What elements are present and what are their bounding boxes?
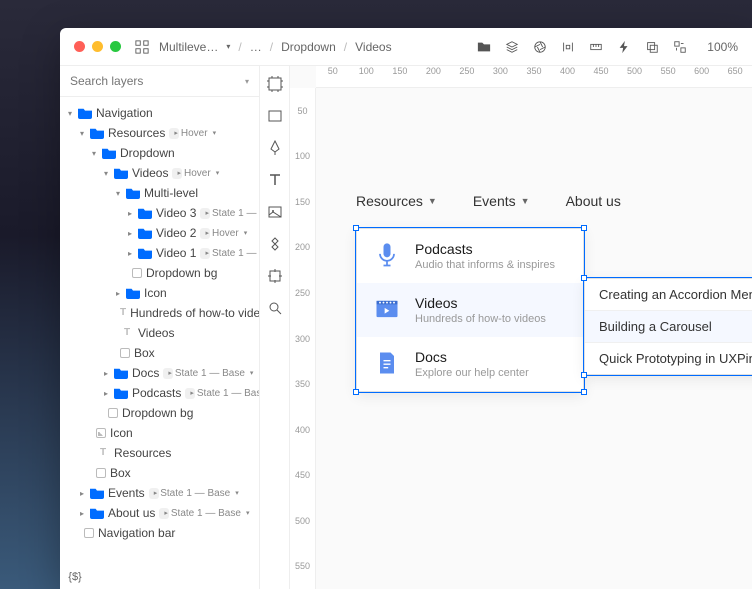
folder-icon[interactable] bbox=[477, 40, 491, 54]
search-input[interactable] bbox=[70, 74, 245, 88]
layer-resources[interactable]: ResourcesHover bbox=[60, 123, 259, 143]
rect-icon[interactable] bbox=[267, 108, 283, 124]
doc-icon bbox=[373, 349, 401, 377]
layer-videos-text[interactable]: TVideos bbox=[60, 323, 259, 343]
dropdown-level2[interactable]: Creating an Accordion Menu Building a Ca… bbox=[584, 278, 752, 375]
chevron-down-icon[interactable]: ▾ bbox=[245, 77, 249, 86]
pen-icon[interactable] bbox=[267, 140, 283, 156]
dd2-accordion[interactable]: Creating an Accordion Menu bbox=[585, 279, 752, 311]
aperture-icon[interactable] bbox=[533, 40, 547, 54]
layer-multilevel[interactable]: Multi-level bbox=[60, 183, 259, 203]
window-controls bbox=[74, 41, 121, 52]
tool-rail bbox=[260, 66, 290, 589]
layer-icon2[interactable]: Icon bbox=[60, 423, 259, 443]
artboard-icon[interactable] bbox=[267, 76, 283, 92]
dd-podcasts[interactable]: PodcastsAudio that informs & inspires bbox=[357, 229, 583, 283]
layers-panel: ▾ Navigation ResourcesHover Dropdown Vid… bbox=[60, 66, 260, 589]
layer-box[interactable]: Box bbox=[60, 343, 259, 363]
layer-icon[interactable]: Icon bbox=[60, 283, 259, 303]
ruler-vertical: 50100150200250300350400450500550 bbox=[290, 88, 316, 589]
close-icon[interactable] bbox=[74, 41, 85, 52]
layer-navigation[interactable]: Navigation bbox=[60, 103, 259, 123]
state-badge[interactable]: Hover bbox=[169, 128, 179, 139]
layer-navbar[interactable]: Navigation bar bbox=[60, 523, 259, 543]
state-badge[interactable]: State 1 — Base bbox=[185, 388, 195, 399]
zoom-level[interactable]: 100% bbox=[707, 40, 738, 54]
copy-icon[interactable] bbox=[645, 40, 659, 54]
layers-icon[interactable] bbox=[505, 40, 519, 54]
arrange-icon[interactable] bbox=[673, 40, 687, 54]
search-layers: ▾ bbox=[60, 66, 259, 97]
state-badge[interactable]: State 1 — Base bbox=[149, 488, 159, 499]
bolt-icon[interactable] bbox=[617, 40, 631, 54]
layer-videos[interactable]: VideosHover bbox=[60, 163, 259, 183]
breadcrumb[interactable]: Multileve…▾ / … / Dropdown / Videos bbox=[159, 40, 392, 54]
canvas[interactable]: 50100150200250300350400450500550600650 5… bbox=[290, 66, 752, 589]
minimize-icon[interactable] bbox=[92, 41, 103, 52]
layer-howto-text[interactable]: THundreds of how-to videos bbox=[60, 303, 259, 323]
dd-docs[interactable]: DocsExplore our help center bbox=[357, 337, 583, 391]
state-badge[interactable]: Hover bbox=[200, 228, 210, 239]
state-badge[interactable]: State 1 — Base bbox=[163, 368, 173, 379]
ruler-icon[interactable] bbox=[589, 40, 603, 54]
chevron-down-icon: ▼ bbox=[521, 196, 530, 206]
dropdown-level1[interactable]: PodcastsAudio that informs & inspires Vi… bbox=[356, 228, 584, 392]
hotspot-icon[interactable] bbox=[267, 268, 283, 284]
nav-about[interactable]: About us bbox=[566, 193, 621, 209]
layer-video3[interactable]: Video 3State 1 — Base bbox=[60, 203, 259, 223]
breadcrumb-item[interactable]: Dropdown bbox=[281, 40, 336, 54]
breadcrumb-item[interactable]: Videos bbox=[355, 40, 391, 54]
app-window: Multileve…▾ / … / Dropdown / Videos 100%… bbox=[60, 28, 752, 589]
layer-video2[interactable]: Video 2Hover bbox=[60, 223, 259, 243]
grid-icon[interactable] bbox=[135, 40, 149, 54]
layer-dropdown[interactable]: Dropdown bbox=[60, 143, 259, 163]
canvas-nav: Resources▼ Events▼ About us bbox=[356, 193, 621, 209]
text-icon[interactable] bbox=[267, 172, 283, 188]
dd-videos[interactable]: VideosHundreds of how-to videos bbox=[357, 283, 583, 337]
state-badge[interactable]: Hover bbox=[172, 168, 182, 179]
nav-events[interactable]: Events▼ bbox=[473, 193, 530, 209]
dd2-carousel[interactable]: Building a Carousel bbox=[585, 311, 752, 343]
image-icon[interactable] bbox=[267, 204, 283, 220]
breadcrumb-item[interactable]: Multileve… bbox=[159, 40, 218, 54]
state-badge[interactable]: State 1 — Base bbox=[200, 208, 210, 219]
layer-docs[interactable]: DocsState 1 — Base bbox=[60, 363, 259, 383]
chevron-down-icon: ▼ bbox=[428, 196, 437, 206]
layer-dropdown-bg2[interactable]: Dropdown bg bbox=[60, 403, 259, 423]
state-badge[interactable]: State 1 — Base bbox=[200, 248, 210, 259]
align-icon[interactable] bbox=[561, 40, 575, 54]
layer-about[interactable]: About usState 1 — Base bbox=[60, 503, 259, 523]
layer-resources-text[interactable]: TResources bbox=[60, 443, 259, 463]
ruler-horizontal: 50100150200250300350400450500550600650 bbox=[316, 66, 752, 88]
maximize-icon[interactable] bbox=[110, 41, 121, 52]
state-badge[interactable]: State 1 — Base bbox=[159, 508, 169, 519]
spec-icon[interactable]: {$} bbox=[60, 571, 90, 583]
component-icon[interactable] bbox=[267, 236, 283, 252]
layer-podcasts[interactable]: PodcastsState 1 — Base bbox=[60, 383, 259, 403]
nav-resources[interactable]: Resources▼ bbox=[356, 193, 437, 209]
layer-video1[interactable]: Video 1State 1 — Base bbox=[60, 243, 259, 263]
layer-tree: Navigation ResourcesHover Dropdown Video… bbox=[60, 97, 259, 589]
layer-box2[interactable]: Box bbox=[60, 463, 259, 483]
layer-dropdown-bg[interactable]: Dropdown bg bbox=[60, 263, 259, 283]
dd2-prototype[interactable]: Quick Prototyping in UXPin bbox=[585, 343, 752, 374]
mic-icon bbox=[373, 241, 401, 269]
film-icon bbox=[373, 295, 401, 323]
toolbar-icons bbox=[477, 40, 687, 54]
titlebar: Multileve…▾ / … / Dropdown / Videos 100% bbox=[60, 28, 752, 66]
layer-events[interactable]: EventsState 1 — Base bbox=[60, 483, 259, 503]
breadcrumb-item[interactable]: … bbox=[250, 40, 262, 54]
search-icon[interactable] bbox=[267, 300, 283, 316]
